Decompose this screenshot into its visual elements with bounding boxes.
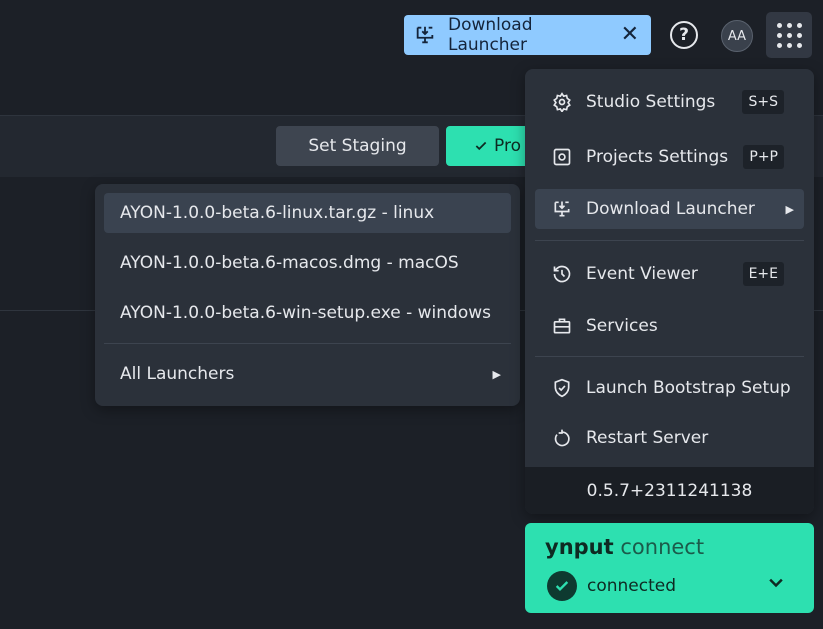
download-launcher-label: Download Launcher <box>448 15 533 55</box>
ynput-connect-panel[interactable]: ynput connect connected <box>525 523 814 613</box>
menu-item-event-viewer[interactable]: Event Viewer E+E <box>535 254 804 294</box>
chevron-right-icon: ▶ <box>492 367 501 381</box>
help-icon[interactable]: ? <box>670 21 698 49</box>
launcher-item-macos[interactable]: AYON-1.0.0-beta.6-macos.dmg - macOS <box>104 243 511 283</box>
menu-item-label: Projects Settings <box>586 147 729 167</box>
shortcut-badge: S+S <box>742 90 784 114</box>
restart-icon <box>554 429 570 447</box>
set-production-label: Pro <box>494 136 521 156</box>
install-desktop-icon <box>416 26 434 44</box>
apps-grid-button[interactable] <box>766 12 812 58</box>
app-menu: Studio Settings S+S Projects Settings P+… <box>525 69 814 514</box>
menu-divider <box>535 356 804 357</box>
all-launchers-label: All Launchers <box>120 364 235 384</box>
connection-status-label: connected <box>587 576 677 596</box>
set-staging-button[interactable]: Set Staging <box>276 126 439 166</box>
menu-item-services[interactable]: Services <box>535 306 804 346</box>
ynput-connect-logo: ynput connect <box>545 535 705 559</box>
close-icon[interactable]: ✕ <box>621 24 639 46</box>
check-circle-icon <box>547 571 577 601</box>
gear-icon <box>553 92 571 112</box>
menu-item-projects-settings[interactable]: Projects Settings P+P <box>535 137 804 177</box>
menu-item-download-launcher[interactable]: Download Launcher ▶ <box>535 189 804 229</box>
menu-item-label: Studio Settings <box>586 92 716 112</box>
menu-divider <box>535 240 804 241</box>
history-icon <box>553 265 571 283</box>
submenu-divider <box>104 343 511 344</box>
menu-item-restart-server[interactable]: Restart Server <box>535 418 804 458</box>
launcher-submenu: AYON-1.0.0-beta.6-linux.tar.gz - linux A… <box>95 184 520 406</box>
menu-item-launch-bootstrap[interactable]: Launch Bootstrap Setup <box>535 368 804 408</box>
download-launcher-chip[interactable]: Download Launcher ✕ <box>404 15 651 55</box>
menu-item-label: Event Viewer <box>586 264 698 284</box>
check-icon <box>475 141 487 151</box>
menu-item-label: Download Launcher <box>586 199 755 219</box>
menu-item-studio-settings[interactable]: Studio Settings S+S <box>535 82 804 122</box>
all-launchers-item[interactable]: All Launchers ▶ <box>104 354 511 394</box>
connection-status: connected <box>547 571 676 601</box>
avatar[interactable]: AA <box>721 20 753 52</box>
menu-item-label: Launch Bootstrap Setup <box>586 378 791 398</box>
chevron-right-icon: ▶ <box>785 202 794 216</box>
shortcut-badge: E+E <box>742 262 784 286</box>
menu-item-label: Services <box>586 316 658 336</box>
server-version: 0.5.7+2311241138 <box>525 467 814 514</box>
launcher-item-windows[interactable]: AYON-1.0.0-beta.6-win-setup.exe - window… <box>104 293 511 333</box>
chevron-down-icon[interactable] <box>766 573 786 593</box>
briefcase-icon <box>553 318 571 334</box>
shield-check-icon <box>554 378 570 398</box>
settings-box-icon <box>553 148 571 166</box>
menu-item-label: Restart Server <box>586 428 709 448</box>
install-desktop-icon <box>554 201 570 217</box>
launcher-item-linux[interactable]: AYON-1.0.0-beta.6-linux.tar.gz - linux <box>104 193 511 233</box>
shortcut-badge: P+P <box>743 145 784 169</box>
